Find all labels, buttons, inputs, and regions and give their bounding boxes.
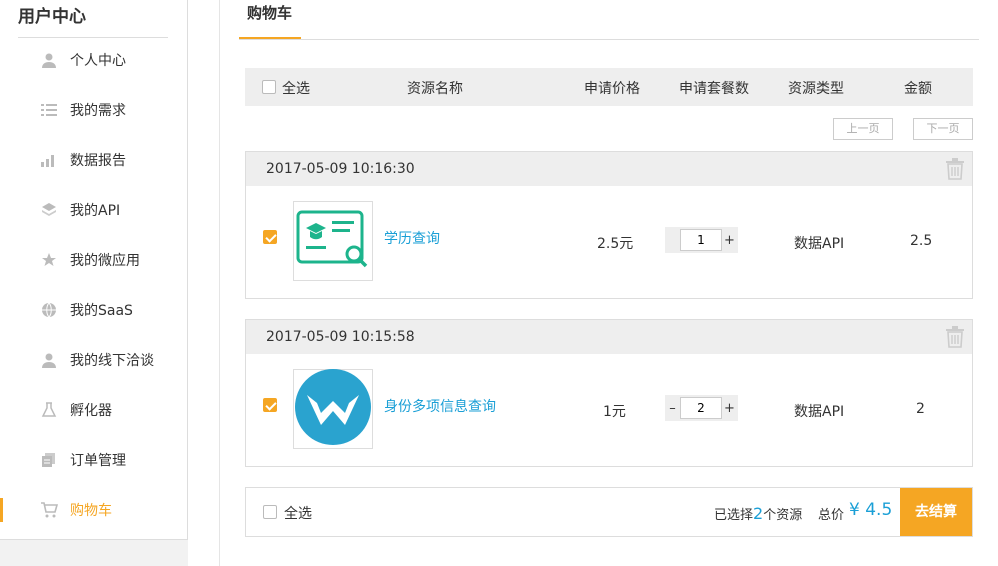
sidebar-item-personal-center[interactable]: 个人中心 bbox=[0, 44, 188, 76]
item-price: 2.5元 bbox=[597, 236, 634, 252]
person-icon bbox=[40, 351, 58, 369]
sidebar-item-data-report[interactable]: 数据报告 bbox=[0, 144, 188, 176]
sidebar-item-my-demands[interactable]: 我的需求 bbox=[0, 94, 188, 126]
sidebar-item-label: 个人中心 bbox=[70, 53, 126, 69]
select-all-label: 全选 bbox=[284, 506, 312, 522]
quantity-input[interactable] bbox=[680, 397, 722, 419]
star-icon bbox=[40, 251, 58, 269]
tab-divider bbox=[239, 39, 979, 40]
sidebar-item-label: 我的SaaS bbox=[70, 303, 133, 319]
order-time: 2017-05-09 10:16:30 bbox=[266, 161, 415, 177]
item-checkbox[interactable] bbox=[263, 398, 277, 412]
sidebar-item-my-saas[interactable]: 我的SaaS bbox=[0, 294, 188, 326]
gutter bbox=[188, 0, 219, 566]
increment-button[interactable]: + bbox=[722, 233, 737, 248]
cart-icon bbox=[40, 501, 58, 519]
sidebar-item-label: 数据报告 bbox=[70, 153, 126, 169]
sidebar-item-offline-talks[interactable]: 我的线下洽谈 bbox=[0, 344, 188, 376]
sidebar-divider bbox=[18, 37, 168, 38]
product-name-link[interactable]: 学历查询 bbox=[384, 228, 440, 248]
order-time: 2017-05-09 10:15:58 bbox=[266, 329, 415, 345]
next-page-button[interactable]: 下一页 bbox=[913, 118, 973, 140]
trash-icon[interactable] bbox=[946, 158, 966, 180]
sidebar-item-cart[interactable]: 购物车 bbox=[0, 494, 188, 526]
certificate-search-icon bbox=[296, 206, 370, 276]
table-header: 全选 资源名称 申请价格 申请套餐数 资源类型 金额 bbox=[245, 68, 973, 106]
prev-page-button[interactable]: 上一页 bbox=[833, 118, 893, 140]
sidebar-item-label: 购物车 bbox=[70, 503, 112, 519]
sidebar-item-label: 我的线下洽谈 bbox=[70, 353, 154, 369]
sidebar-item-label: 订单管理 bbox=[70, 453, 126, 469]
bar-chart-icon bbox=[40, 151, 58, 169]
product-thumbnail[interactable] bbox=[293, 201, 373, 281]
total-label: 总价 bbox=[818, 508, 845, 523]
trash-icon[interactable] bbox=[946, 326, 966, 348]
order-card: 2017-05-09 10:15:58 身份多项信息查询 1元 – + 数据AP… bbox=[245, 319, 973, 467]
layers-icon bbox=[40, 201, 58, 219]
blue-w-logo-icon bbox=[295, 369, 371, 449]
col-qty: 申请套餐数 bbox=[679, 81, 749, 97]
order-header: 2017-05-09 10:15:58 bbox=[246, 320, 972, 354]
total-value: ¥ 4.5 bbox=[849, 500, 893, 520]
selected-count: 2 bbox=[753, 504, 764, 523]
col-price: 申请价格 bbox=[584, 81, 640, 97]
flask-icon bbox=[40, 401, 58, 419]
quantity-input[interactable] bbox=[680, 229, 722, 251]
product-name-link[interactable]: 身份多项信息查询 bbox=[384, 396, 496, 416]
checkout-bar: 全选 已选择2个资源 总价 ¥ 4.5 去结算 bbox=[245, 487, 973, 537]
quantity-stepper: + bbox=[665, 227, 738, 253]
product-thumbnail[interactable] bbox=[293, 369, 373, 449]
item-amount: 2 bbox=[916, 401, 925, 417]
sidebar-item-incubator[interactable]: 孵化器 bbox=[0, 394, 188, 426]
item-type: 数据API bbox=[794, 236, 845, 252]
increment-button[interactable]: + bbox=[722, 401, 737, 416]
col-resource-name: 资源名称 bbox=[407, 81, 463, 97]
col-type: 资源类型 bbox=[788, 81, 844, 97]
sidebar-item-my-microapp[interactable]: 我的微应用 bbox=[0, 244, 188, 276]
sidebar-item-label: 我的微应用 bbox=[70, 253, 140, 269]
quantity-stepper: – + bbox=[665, 395, 738, 421]
list-icon bbox=[40, 101, 58, 119]
select-all-label: 全选 bbox=[282, 81, 310, 97]
sidebar-item-label: 我的需求 bbox=[70, 103, 126, 119]
sidebar-item-label: 孵化器 bbox=[70, 403, 112, 419]
sidebar-title: 用户中心 bbox=[18, 7, 86, 27]
sidebar-item-order-management[interactable]: 订单管理 bbox=[0, 444, 188, 476]
select-all-checkbox[interactable] bbox=[263, 505, 277, 519]
sidebar-item-label: 我的API bbox=[70, 203, 121, 219]
item-price: 1元 bbox=[603, 404, 626, 420]
checkout-button[interactable]: 去结算 bbox=[900, 488, 972, 536]
select-all-checkbox[interactable] bbox=[262, 79, 276, 95]
documents-icon bbox=[40, 451, 58, 469]
globe-icon bbox=[40, 301, 58, 319]
person-icon bbox=[40, 51, 58, 69]
tab-cart[interactable]: 购物车 bbox=[247, 2, 292, 23]
sidebar: 用户中心 个人中心 我的需求 数据报告 我的API 我的微应用 我的SaaS 我… bbox=[0, 0, 188, 540]
item-amount: 2.5 bbox=[910, 233, 933, 249]
item-type: 数据API bbox=[794, 404, 845, 420]
sidebar-item-my-api[interactable]: 我的API bbox=[0, 194, 188, 226]
item-checkbox[interactable] bbox=[263, 230, 277, 244]
col-amount: 金额 bbox=[904, 81, 932, 97]
selected-count-text: 已选择2个资源 bbox=[714, 504, 803, 523]
order-header: 2017-05-09 10:16:30 bbox=[246, 152, 972, 186]
decrement-button[interactable]: – bbox=[665, 401, 680, 416]
main-content: 购物车 全选 资源名称 申请价格 申请套餐数 资源类型 金额 上一页 下一页 2… bbox=[220, 0, 998, 566]
order-card: 2017-05-09 10:16:30 学历查询 2.5元 + 数据API 2.… bbox=[245, 151, 973, 299]
